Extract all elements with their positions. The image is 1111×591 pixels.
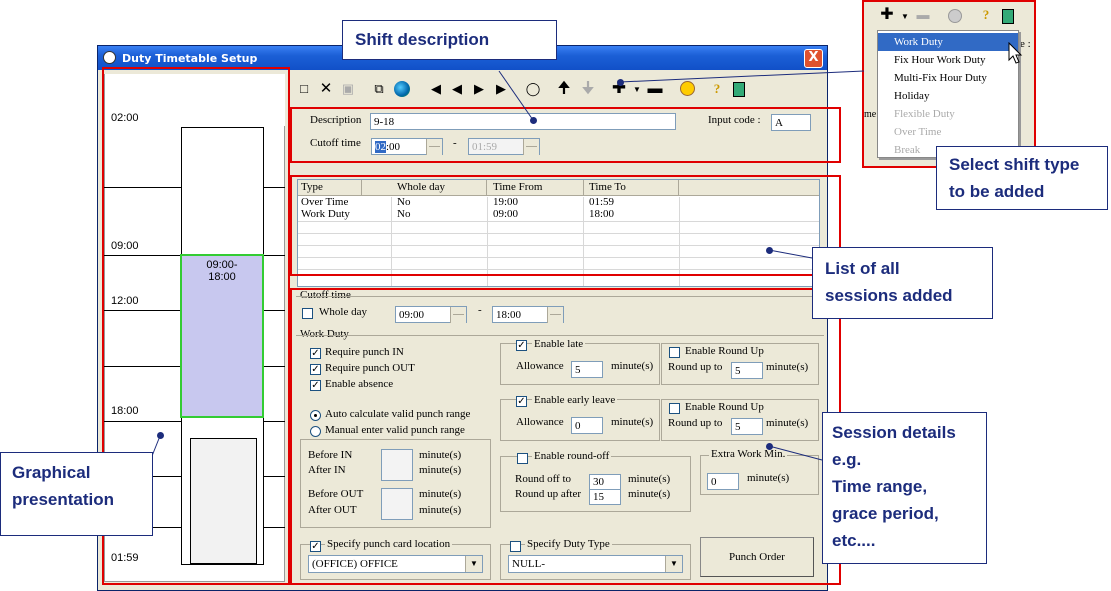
callout-dot bbox=[766, 443, 773, 450]
callout-dot bbox=[617, 79, 624, 86]
callout-select-shift-type: Select shift type to be added bbox=[936, 146, 1108, 210]
callout-session-list: List of all sessions added bbox=[812, 247, 993, 319]
callout-shift-description: Shift description bbox=[342, 20, 557, 60]
callout-dot bbox=[157, 432, 164, 439]
callout-graphical: Graphical presentation bbox=[0, 452, 153, 536]
callout-dot bbox=[530, 117, 537, 124]
callout-session-details: Session details e.g. Time range, grace p… bbox=[822, 412, 987, 564]
callout-dot bbox=[766, 247, 773, 254]
